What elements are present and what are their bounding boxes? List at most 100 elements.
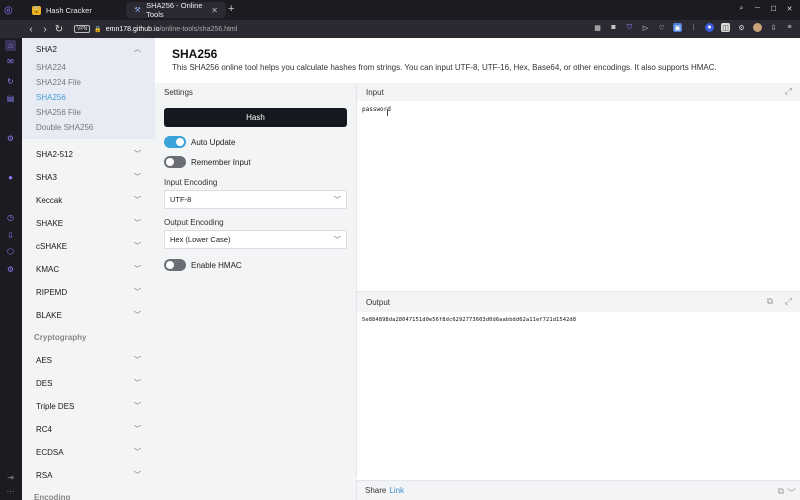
chevron-down-icon: ﹀ — [134, 289, 141, 296]
nav-group-kmac[interactable]: KMAC ﹀ — [22, 258, 155, 280]
download-icon[interactable]: ⇩ — [769, 23, 778, 32]
nav-group-rsa[interactable]: RSA ﹀ — [22, 464, 155, 486]
nav-item-sha224-file[interactable]: SHA224 File — [22, 75, 155, 90]
address-bar[interactable]: VPN 🔒 emn178.github.io/online-tools/sha2… — [74, 25, 237, 33]
back-icon[interactable]: ‹ — [24, 24, 38, 35]
remember-input-toggle[interactable] — [164, 156, 186, 168]
hmac-toggle[interactable] — [164, 259, 186, 271]
expand-icon[interactable]: ⤢ — [785, 296, 792, 307]
chevron-down-icon: ﹀ — [134, 266, 141, 273]
auto-update-row[interactable]: Auto Update — [164, 136, 235, 148]
message-icon[interactable]: ✉ — [5, 56, 16, 67]
nav-item-sha256-file[interactable]: SHA256 File — [22, 105, 155, 120]
chevron-down-icon: ﹀ — [134, 174, 141, 181]
extension-icon[interactable]: ▣ — [673, 23, 682, 32]
share-bar: Share Link ⧉ ﹀ — [356, 480, 800, 500]
cube-icon[interactable]: ⬡ — [5, 246, 16, 257]
search-tabs-icon[interactable]: ⌕ — [737, 4, 746, 13]
chevron-down-icon[interactable]: ﹀ — [787, 486, 796, 499]
history-icon[interactable]: ↻ — [5, 76, 16, 87]
camera-icon[interactable]: ◙ — [609, 23, 618, 32]
chevron-down-icon: ﹀ — [134, 151, 141, 158]
expand-icon[interactable]: ⤢ — [785, 86, 792, 97]
output-encoding-label: Output Encoding — [164, 218, 224, 227]
nav-group-shake[interactable]: SHAKE ﹀ — [22, 212, 155, 234]
nav-group-label: RSA — [36, 470, 53, 480]
circle-icon[interactable]: ● — [5, 172, 16, 183]
browser-menu-icon[interactable]: ◎ — [4, 2, 16, 18]
close-tab-icon[interactable]: ✕ — [211, 6, 218, 15]
vpn-badge[interactable]: VPN — [74, 25, 91, 33]
auto-update-toggle[interactable] — [164, 136, 186, 148]
nav-item-sha224[interactable]: SHA224 — [22, 60, 155, 75]
auto-update-label: Auto Update — [191, 137, 236, 147]
nav-group-rc4[interactable]: RC4 ﹀ — [22, 418, 155, 440]
wallet-icon[interactable]: ▤ — [5, 93, 16, 104]
settings-icon[interactable]: ⚙ — [5, 264, 16, 275]
play-icon[interactable]: ▷ — [641, 23, 650, 32]
input-encoding-select[interactable]: UTF-8 ﹀ — [164, 190, 347, 209]
chevron-down-icon: ﹀ — [134, 380, 141, 387]
tab-title: Hash Cracker — [46, 5, 92, 15]
remember-input-row[interactable]: Remember Input — [164, 156, 251, 168]
gear-icon[interactable]: ⚙ — [5, 133, 16, 144]
nav-group-sha2-512[interactable]: SHA2-512 ﹀ — [22, 143, 155, 165]
nav-item-sha256[interactable]: SHA256 — [22, 90, 155, 105]
nav-item-double-sha256[interactable]: Double SHA256 — [22, 120, 155, 135]
output-header: Output — [366, 297, 391, 307]
menu-icon[interactable]: ≡ — [785, 23, 794, 32]
share-link[interactable]: Link — [389, 486, 404, 495]
chevron-down-icon: ﹀ — [134, 403, 141, 410]
forward-icon[interactable]: › — [38, 24, 52, 35]
heart-icon[interactable]: ♡ — [657, 23, 666, 32]
url-path: /online-tools/sha256.html — [159, 25, 238, 33]
chevron-down-icon: ﹀ — [334, 196, 341, 204]
clock-icon[interactable]: ◷ — [5, 212, 16, 223]
download-icon[interactable]: ⇩ — [5, 230, 16, 241]
output-encoding-select[interactable]: Hex (Lower Case) ﹀ — [164, 230, 347, 249]
nav-group-blake[interactable]: BLAKE ﹀ — [22, 304, 155, 326]
input-header: Input — [366, 87, 384, 97]
new-tab-button[interactable]: + — [228, 3, 234, 15]
chevron-up-icon: ︿ — [134, 46, 141, 53]
hash-button[interactable]: Hash — [164, 108, 347, 127]
more-icon[interactable]: ⋯ — [5, 486, 16, 497]
nav-group-label: DES — [36, 378, 53, 388]
output-textarea[interactable]: 5e884898da28047151d0e56f8dc6292773603d0d… — [362, 317, 576, 323]
settings-panel: Settings Hash Auto Update Remember Input… — [155, 83, 356, 500]
tab-sha256[interactable]: ⚒ SHA256 - Online Tools ✕ — [126, 1, 226, 19]
nav-group-header[interactable]: SHA2 ︿ — [22, 38, 155, 60]
copy-icon[interactable]: ⧉ — [778, 486, 784, 497]
page-title: SHA256 — [172, 47, 218, 61]
extension-icon[interactable]: ● — [705, 23, 714, 32]
minimize-icon[interactable]: ─ — [753, 4, 762, 13]
close-window-icon[interactable]: ✕ — [785, 4, 794, 13]
grid-icon[interactable]: ▦ — [593, 23, 602, 32]
shield-icon[interactable]: ⛉ — [625, 23, 634, 32]
settings-icon[interactable]: ⚙ — [737, 23, 746, 32]
tab-hash-cracker[interactable]: 🔒 Hash Cracker — [24, 2, 124, 18]
nav-group-keccak[interactable]: Keccak ﹀ — [22, 189, 155, 211]
lock-icon: 🔒 — [94, 26, 102, 33]
nav-group-ripemd[interactable]: RIPEMD ﹀ — [22, 281, 155, 303]
nav-group-sha2: SHA2 ︿ SHA224 SHA224 File SHA256 SHA256 … — [22, 38, 155, 139]
nav-group-triple-des[interactable]: Triple DES ﹀ — [22, 395, 155, 417]
nav-group-ecdsa[interactable]: ECDSA ﹀ — [22, 441, 155, 463]
maximize-icon[interactable]: ☐ — [769, 4, 778, 13]
avatar[interactable] — [753, 23, 762, 32]
browser-toolbar: ‹ › ↻ VPN 🔒 emn178.github.io/online-tool… — [0, 20, 800, 38]
nav-group-cshake[interactable]: cSHAKE ﹀ — [22, 235, 155, 257]
nav-group-sha3[interactable]: SHA3 ﹀ — [22, 166, 155, 188]
reload-icon[interactable]: ↻ — [52, 24, 66, 35]
nav-group-label: Keccak — [36, 195, 63, 205]
home-icon[interactable]: ⌂ — [5, 40, 16, 51]
tools-icon: ⚒ — [134, 7, 141, 14]
copy-icon[interactable]: ⧉ — [767, 296, 773, 307]
nav-group-label: ECDSA — [36, 447, 64, 457]
nav-group-aes[interactable]: AES ﹀ — [22, 349, 155, 371]
nav-group-des[interactable]: DES ﹀ — [22, 372, 155, 394]
hmac-row[interactable]: Enable HMAC — [164, 259, 242, 271]
collapse-icon[interactable]: ⇥ — [5, 472, 16, 483]
extension-icon[interactable]: ◫ — [721, 23, 730, 32]
nav-group-label: RC4 — [36, 424, 53, 434]
